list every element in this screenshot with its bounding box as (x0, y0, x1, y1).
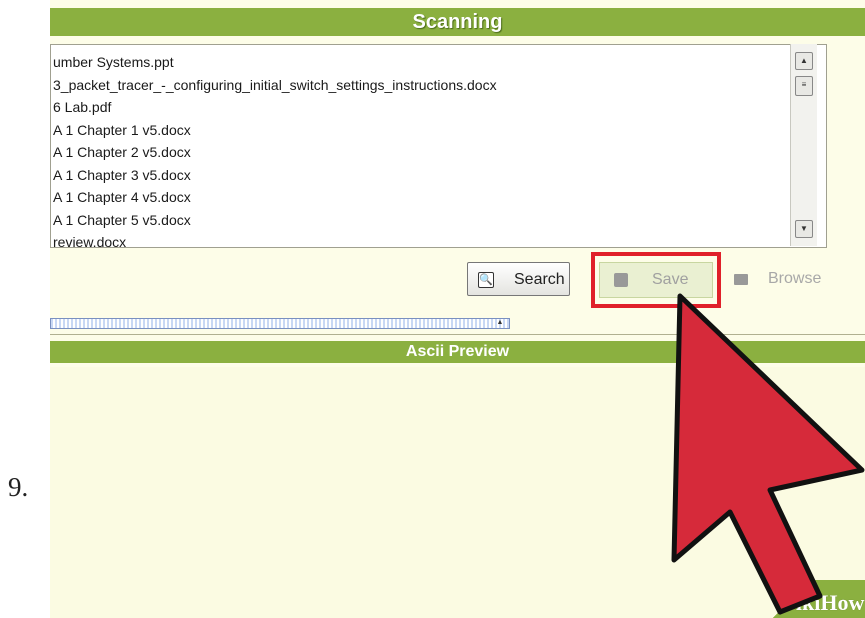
step-number: 9. (8, 472, 29, 502)
cursor-arrow-icon (671, 293, 865, 615)
app-window: Scanning umber Systems.ppt 3_packet_trac… (50, 0, 865, 618)
